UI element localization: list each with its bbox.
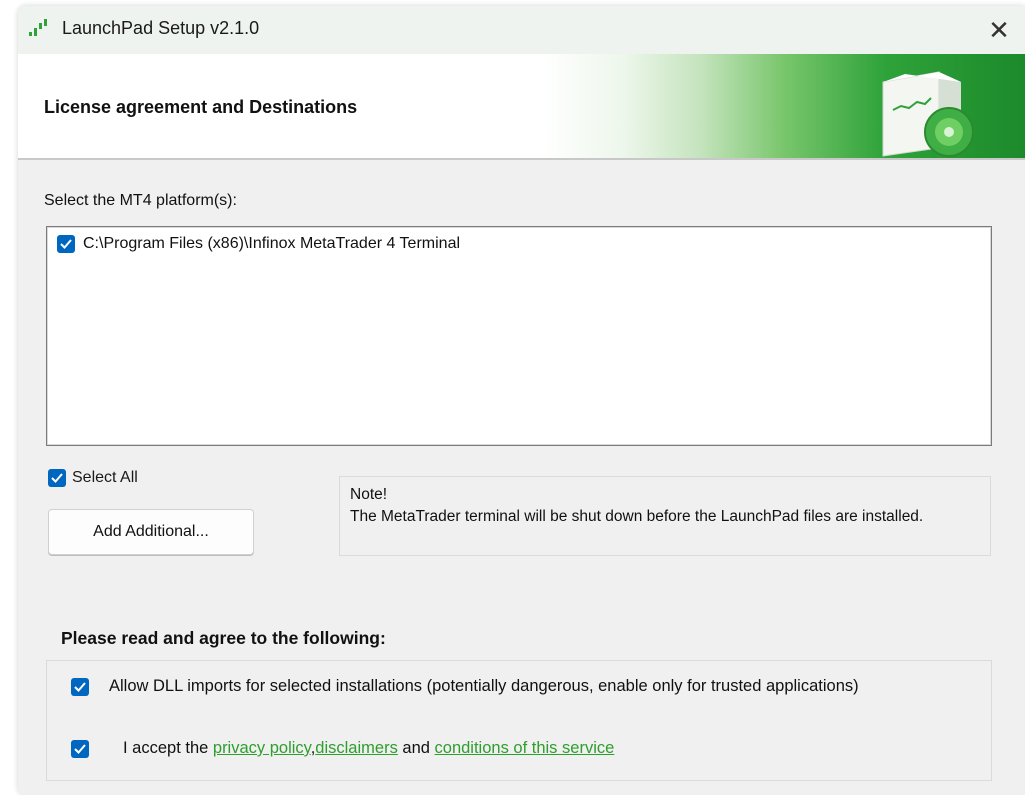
agreement-box: Allow DLL imports for selected installat… xyxy=(46,660,992,781)
note-box: Note! The MetaTrader terminal will be sh… xyxy=(339,476,991,556)
select-all-control[interactable]: Select All xyxy=(48,469,138,487)
page-title: License agreement and Destinations xyxy=(44,97,358,117)
accept-terms-text: I accept the privacy policy,disclaimers … xyxy=(123,739,614,758)
disclaimers-link[interactable]: disclaimers xyxy=(315,739,398,757)
dll-import-checkbox[interactable] xyxy=(71,677,89,696)
header-banner: License agreement and Destinations xyxy=(18,54,1025,160)
setup-window: LaunchPad Setup v2.1.0 ✕ License agreeme… xyxy=(18,6,1025,795)
signal-bars-icon xyxy=(28,18,50,38)
and-text: and xyxy=(397,739,435,757)
dll-import-label: Allow DLL imports for selected installat… xyxy=(109,677,859,695)
accept-prefix: I accept the xyxy=(123,739,213,757)
privacy-policy-link[interactable]: privacy policy xyxy=(213,739,311,757)
note-text: The MetaTrader terminal will be shut dow… xyxy=(350,508,924,525)
select-all-label: Select All xyxy=(72,469,138,486)
platform-checkbox[interactable] xyxy=(57,235,75,253)
accept-terms-option[interactable]: I accept the privacy policy,disclaimers … xyxy=(71,739,614,758)
accept-terms-checkbox[interactable] xyxy=(71,739,89,758)
platform-path: C:\Program Files (x86)\Infinox MetaTrade… xyxy=(83,235,461,252)
platform-listbox[interactable]: C:\Program Files (x86)\Infinox MetaTrade… xyxy=(46,226,992,446)
product-box-icon xyxy=(869,62,979,160)
window-title: LaunchPad Setup v2.1.0 xyxy=(62,18,260,38)
select-all-checkbox[interactable] xyxy=(48,469,66,487)
conditions-link[interactable]: conditions of this service xyxy=(435,739,615,757)
close-icon[interactable]: ✕ xyxy=(979,10,1019,50)
agreement-heading: Please read and agree to the following: xyxy=(61,628,386,648)
list-item[interactable]: C:\Program Files (x86)\Infinox MetaTrade… xyxy=(57,235,460,253)
title-bar: LaunchPad Setup v2.1.0 ✕ xyxy=(18,6,1025,54)
dll-import-option[interactable]: Allow DLL imports for selected installat… xyxy=(71,677,859,696)
platform-select-label: Select the MT4 platform(s): xyxy=(44,192,237,209)
add-additional-button[interactable]: Add Additional... xyxy=(48,509,254,555)
note-title: Note! xyxy=(350,486,388,503)
